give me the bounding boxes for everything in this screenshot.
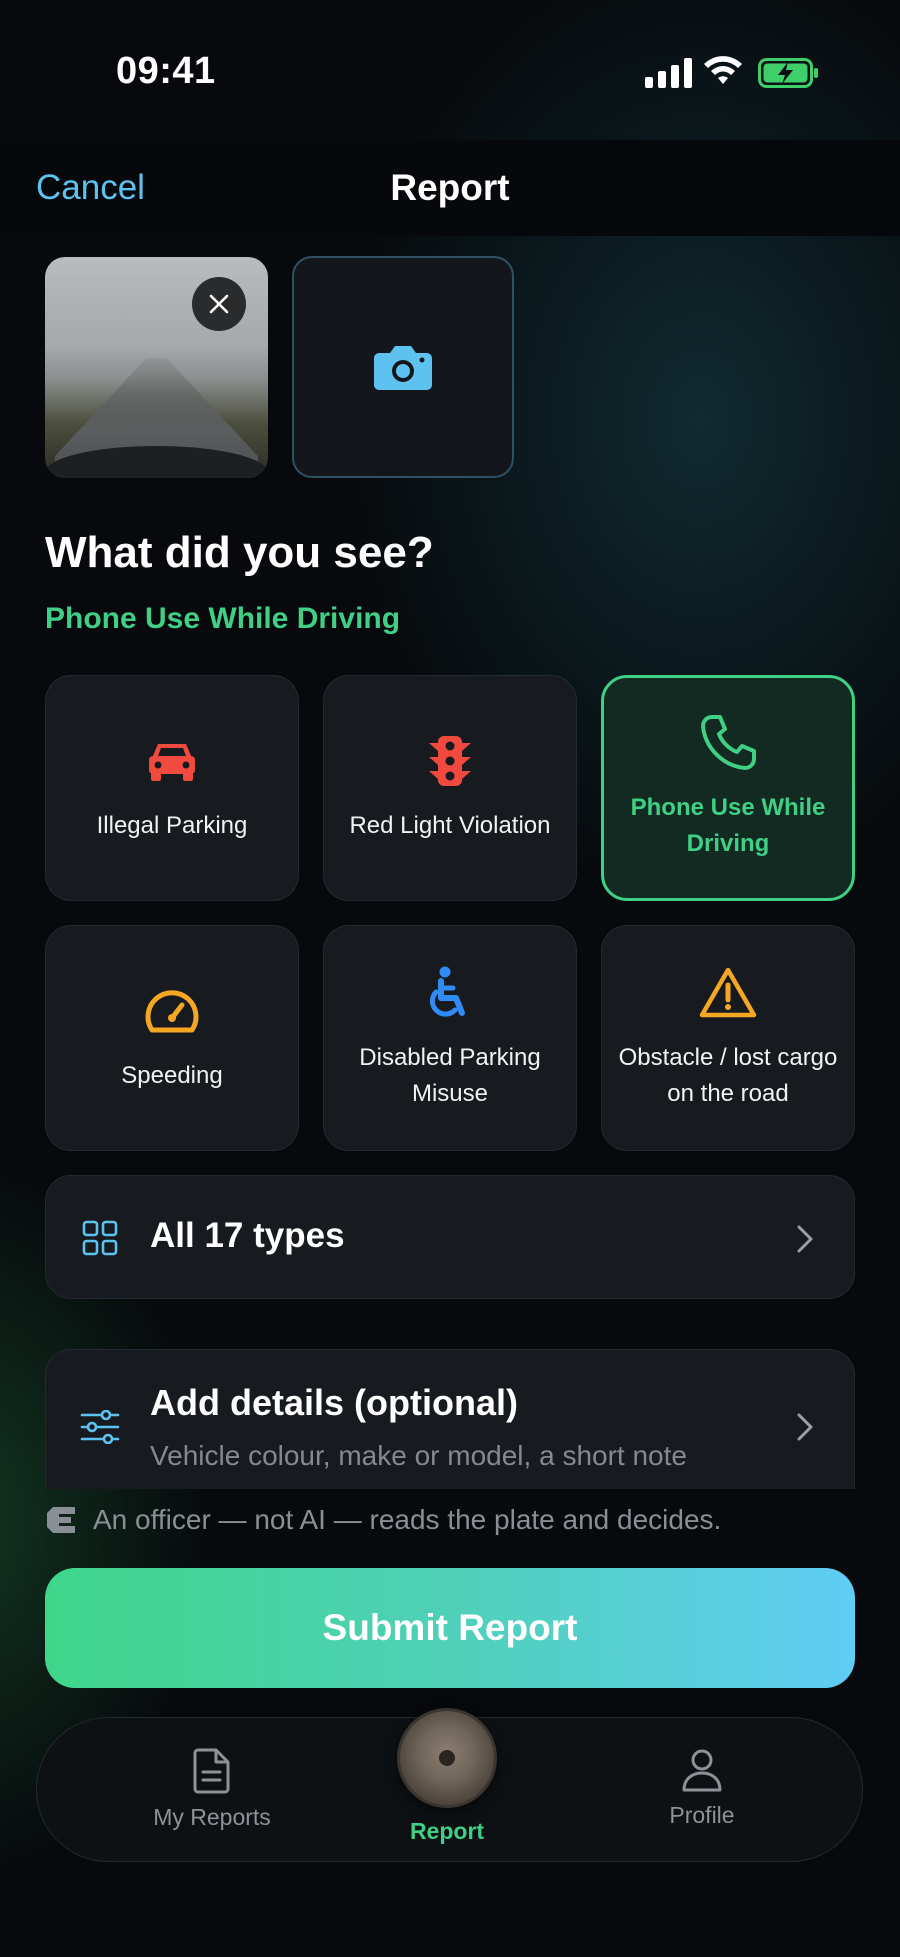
- sliders-icon: [80, 1410, 120, 1444]
- type-tile-disabled-parking-misuse[interactable]: Disabled Parking Misuse: [323, 925, 577, 1151]
- type-label: Illegal Parking: [96, 812, 248, 839]
- tab-report[interactable]: Report: [367, 1708, 527, 1845]
- officer-note-text: An officer — not AI — reads the plate an…: [93, 1504, 722, 1535]
- grid-icon: [82, 1220, 118, 1256]
- cellular-signal-icon: [645, 58, 692, 88]
- officer-note: An officer — not AI — reads the plate an…: [45, 1504, 721, 1536]
- report-knob-icon: [397, 1708, 497, 1808]
- car-icon: [149, 744, 195, 781]
- type-label: Speeding: [121, 1062, 223, 1089]
- details-subtitle: Vehicle colour, make or model, a short n…: [150, 1440, 687, 1471]
- close-icon: [209, 294, 229, 314]
- tab-label: My Reports: [153, 1804, 271, 1830]
- tab-label: Profile: [669, 1802, 735, 1828]
- type-tile-obstacle-lost-cargo[interactable]: Obstacle / lost cargo on the road: [601, 925, 855, 1151]
- wifi-icon: [704, 56, 742, 84]
- tab-bar: My Reports Report Profile: [36, 1708, 863, 1862]
- remove-photo-button[interactable]: [192, 277, 246, 331]
- submit-report-button[interactable]: Submit Report: [45, 1568, 855, 1688]
- status-time: 09:41: [116, 50, 216, 92]
- document-icon: [193, 1748, 230, 1794]
- traffic-light-icon: [429, 736, 471, 786]
- wheelchair-icon: [429, 966, 465, 1017]
- warning-icon: [699, 967, 757, 1018]
- person-icon: [682, 1749, 722, 1792]
- add-details-button[interactable]: Add details (optional) Vehicle colour, m…: [45, 1349, 855, 1489]
- all-types-button[interactable]: All 17 types: [45, 1175, 855, 1299]
- chevron-right-icon: [797, 1413, 813, 1441]
- details-title: Add details (optional): [150, 1382, 518, 1423]
- battery-charging-icon: [758, 58, 818, 88]
- camera-icon: [374, 346, 432, 390]
- shield-logo-icon: [47, 1507, 75, 1533]
- tab-my-reports[interactable]: My Reports: [112, 1748, 312, 1831]
- add-photo-button[interactable]: [292, 256, 514, 478]
- phone-icon: [701, 715, 756, 770]
- type-tile-illegal-parking[interactable]: Illegal Parking: [45, 675, 299, 901]
- type-label: Phone Use While Driving: [630, 794, 826, 857]
- selected-type-label: Phone Use While Driving: [45, 602, 401, 635]
- tab-label: Report: [409, 1818, 485, 1844]
- type-label: Red Light Violation: [349, 812, 551, 839]
- speedometer-icon: [145, 990, 199, 1033]
- type-tile-red-light-violation[interactable]: Red Light Violation: [323, 675, 577, 901]
- status-bar: 09:41: [0, 0, 900, 140]
- type-tile-speeding[interactable]: Speeding: [45, 925, 299, 1151]
- section-heading: What did you see?: [45, 528, 434, 577]
- type-label: Obstacle / lost cargo on the road: [618, 1044, 838, 1107]
- navigation-bar: Cancel Report: [0, 140, 900, 236]
- tab-profile[interactable]: Profile: [627, 1748, 777, 1829]
- all-types-label: All 17 types: [150, 1216, 345, 1255]
- page-title: Report: [390, 167, 510, 208]
- chevron-right-icon: [797, 1225, 813, 1253]
- type-label: Disabled Parking Misuse: [359, 1044, 541, 1107]
- type-tile-phone-use-while-driving[interactable]: Phone Use While Driving: [601, 675, 855, 901]
